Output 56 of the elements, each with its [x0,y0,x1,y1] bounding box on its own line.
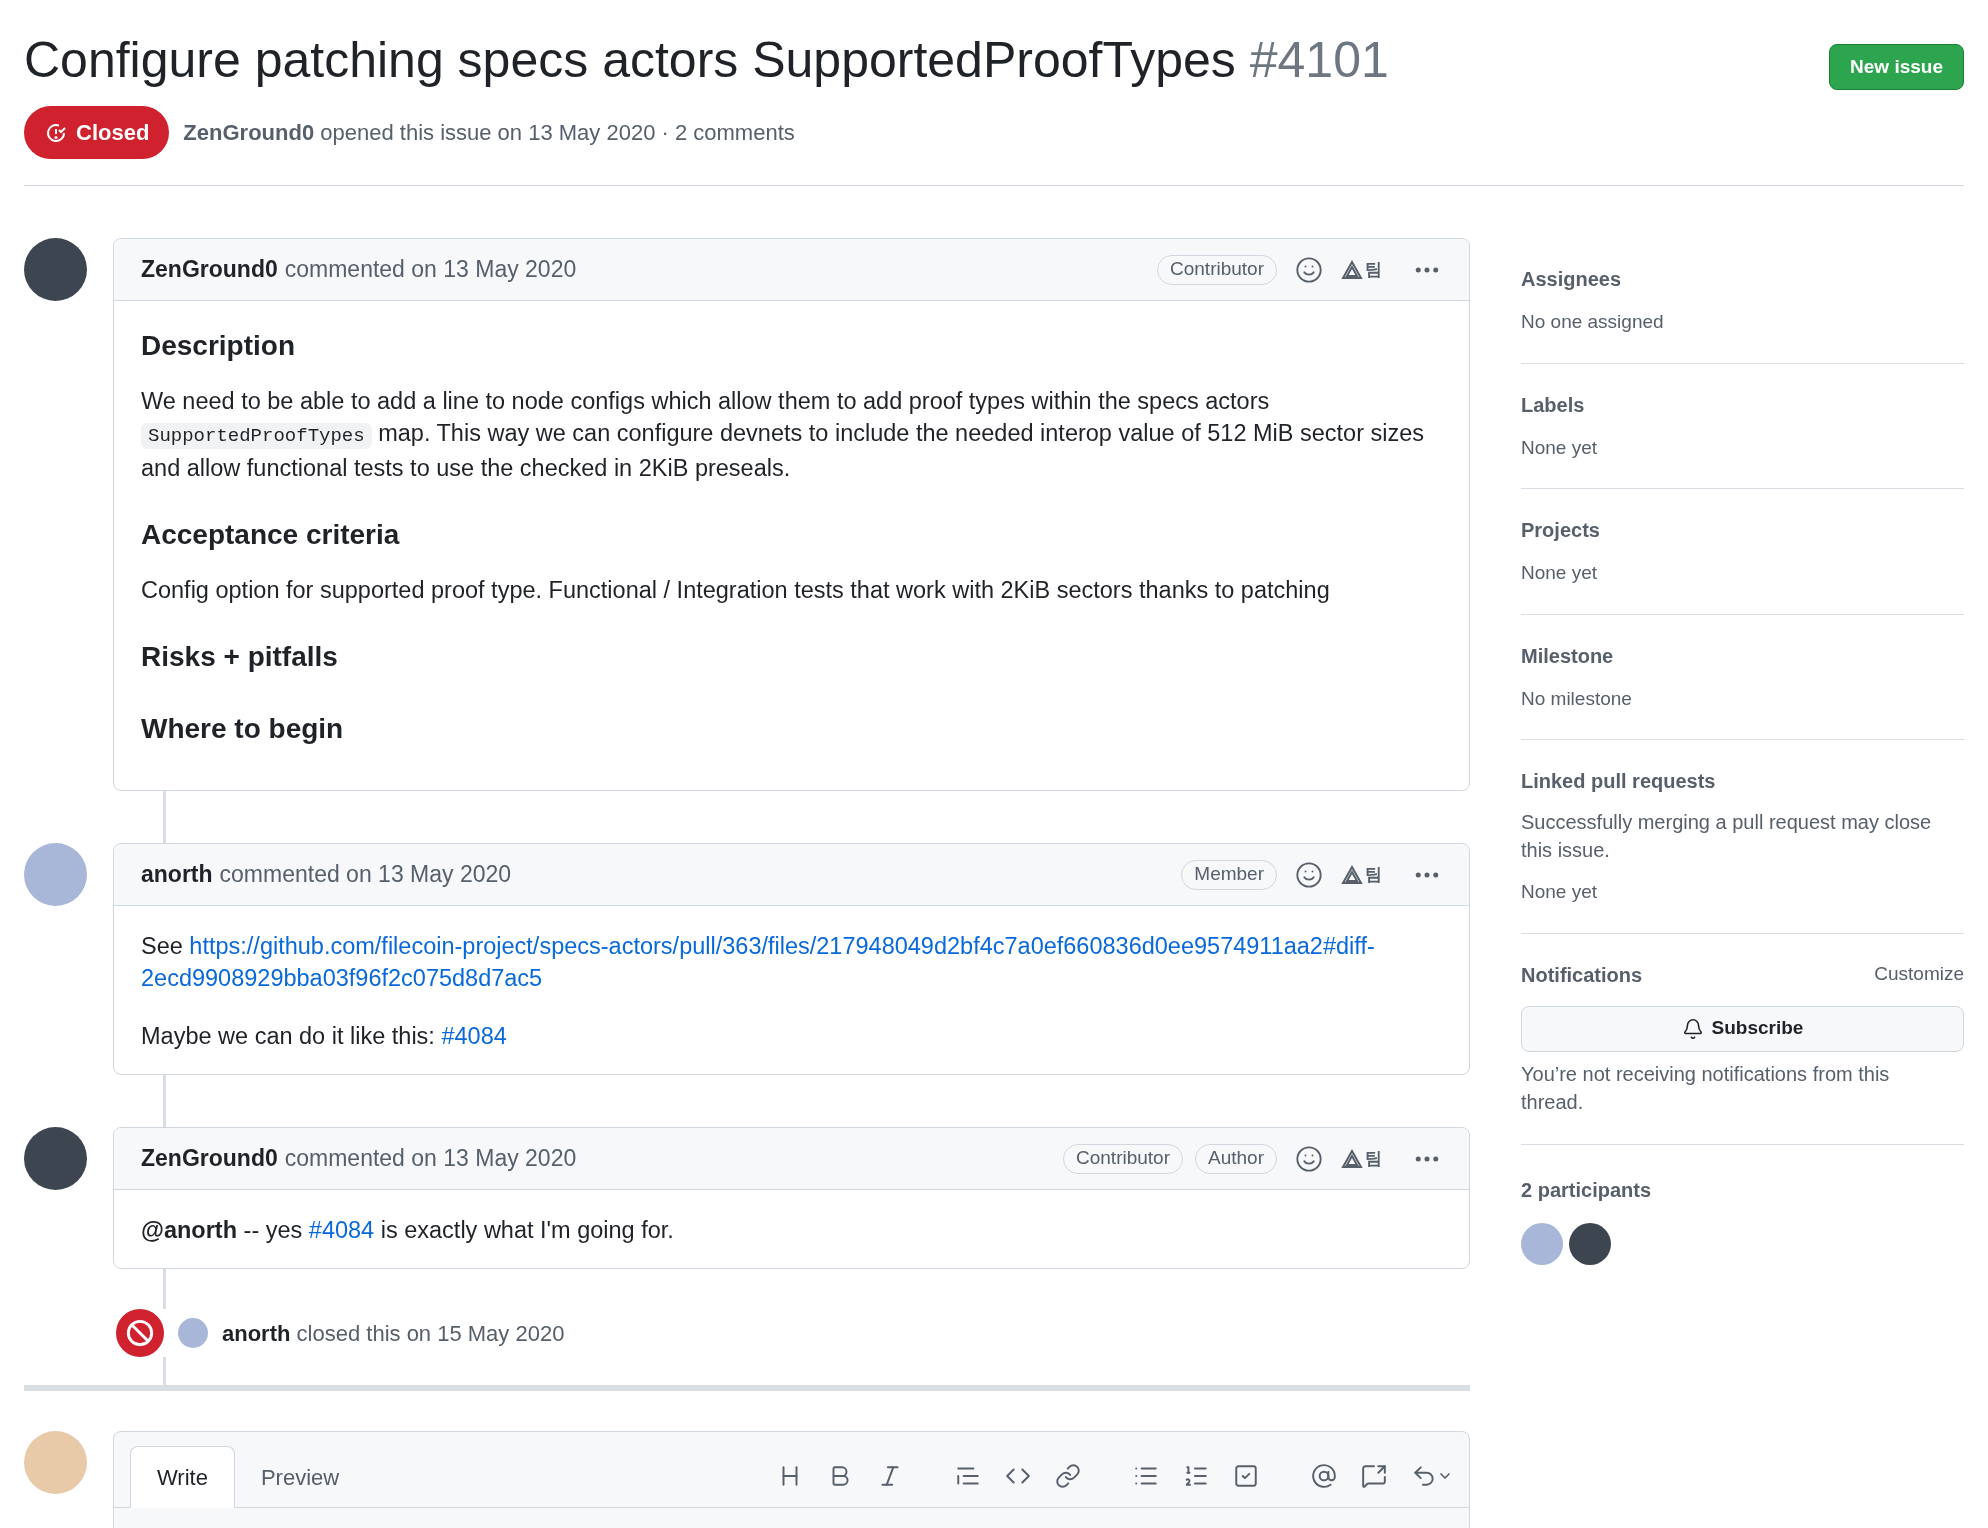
comment-author[interactable]: ZenGround0 [141,1141,278,1176]
sidebar-note: Successfully merging a pull request may close this issue. [1521,810,1933,863]
section-heading: Acceptance criteria [141,518,401,552]
comment-paragraph: Config option for supported proof type. Functional / Integration tests that work with 2KiB sectors thanks to patching [141,576,1331,605]
editor-tab[interactable]: Write [130,1446,235,1508]
participant-avatar [1569,1222,1611,1265]
new-issue-button[interactable]: New issue [1829,44,1964,90]
section-heading: Description [141,329,297,363]
status-badge: Closed [24,106,170,159]
sidebar-note: You’re not receiving notifications from this thread. [1521,1061,1891,1115]
sidebar-value: None yet [1521,561,1599,585]
comment-date: commented on 13 May 2020 [284,255,577,285]
subscribe-button[interactable]: Subscribe [1521,1005,1964,1052]
sidebar-heading: 2 participants [1521,1177,1653,1203]
task-list-icon[interactable] [1233,1463,1259,1489]
sidebar-heading: Projects [1521,518,1601,543]
issue-meta: ZenGround0 opened this issue on 13 May 2020 · 2 comments [183,119,795,147]
undo-icon[interactable] [1411,1463,1453,1489]
issue-title: Configure patching specs actors SupportedProofTypes #4101 [24,31,1389,90]
comment-date: commented on 13 May 2020 [219,860,512,890]
sidebar-heading: Labels [1521,392,1586,418]
closed-event-icon [116,1309,164,1357]
participant-avatar [1521,1222,1563,1265]
comment-author[interactable]: ZenGround0 [141,252,278,287]
emoji-icon[interactable] [1295,860,1323,889]
editor-tab[interactable]: Preview [234,1446,366,1508]
link[interactable]: 2ecd9908929bba03f96f2c075d8d7ac5 [141,965,543,991]
sidebar-value: None yet [1521,880,1599,904]
reference-icon[interactable] [1361,1463,1387,1489]
customize-link[interactable]: Customize [1874,960,1964,989]
link-icon[interactable] [1055,1463,1081,1489]
close-event-text: anorth closed this on 15 May 2020 [222,1319,565,1348]
bell-icon [1681,1017,1704,1040]
comment-paragraph: We need to be able to add a line to node configs which allow them to add proof types within the specs actors SupportedProofTypes map. This way we can configure devnets to include the needed interop value of 512 MiB sector sizes and allow functional tests to use the checked in 2KiB preseals. [141,387,1426,483]
comment-paragraph: See https://github.com/filecoin-project/specs-actors/pull/363/files/217948049d2bf4c7a0ef660836d0ee9574911aa2#diff- 2ecd9908929bba03f96f2c075d8d7ac5 [141,932,1376,993]
sidebar-heading: Milestone [1521,643,1615,669]
sidebar-heading: Notifications [1521,962,1643,988]
emoji-icon[interactable] [1295,1144,1323,1173]
link[interactable]: #4084 [308,1217,375,1243]
sidebar-value: None yet [1521,435,1599,460]
sidebar-value: No milestone [1521,686,1633,711]
comment-paragraph: Maybe we can do it like this: #4084 [141,1022,508,1051]
emoji-icon[interactable] [1295,255,1323,284]
sidebar-heading: Linked pull requests [1521,769,1717,794]
avatar [178,1318,208,1348]
link[interactable]: https://github.com/filecoin-project/specs-actors/pull/363/files/217948049d2bf4c7a0ef660836d0ee9574911aa2#diff- [189,933,1375,959]
section-heading: Where to begin [141,712,345,746]
sidebar-value: No one assigned [1521,310,1665,334]
link[interactable]: #4084 [441,1023,507,1049]
comment-date: commented on 13 May 2020 [284,1144,577,1174]
section-heading: Risks + pitfalls [141,640,339,674]
mention-icon[interactable] [1311,1463,1337,1489]
numbered-list-icon[interactable] [1183,1463,1209,1489]
comment-paragraph: @anorth -- yes #4084 is exactly what I'm going for. [141,1216,675,1245]
sidebar-heading: Assignees [1521,267,1623,292]
comment-author[interactable]: anorth [141,857,213,892]
